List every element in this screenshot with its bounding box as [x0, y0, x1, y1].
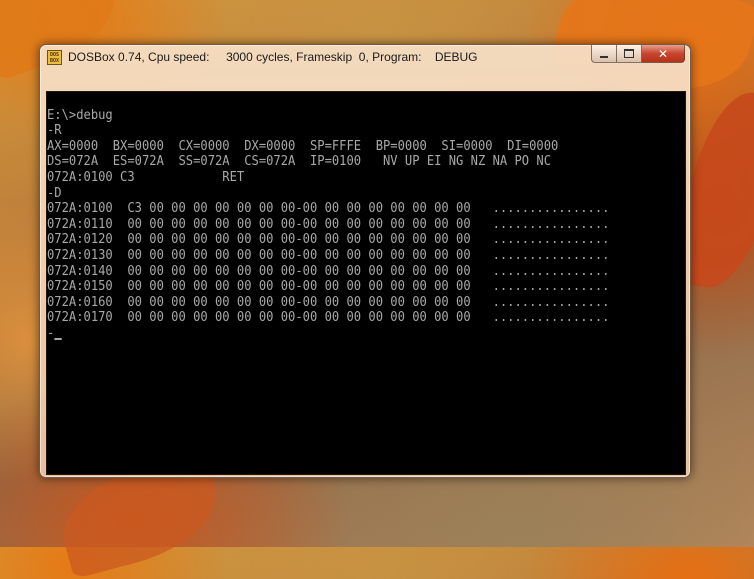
title-bar[interactable]: DOS BOX DOSBox 0.74, Cpu speed: 3000 cyc… — [40, 45, 690, 69]
console-line: -R — [47, 123, 62, 139]
window-controls: ✕ — [591, 45, 685, 63]
console-line: 072A:0110 00 00 00 00 00 00 00 00-00 00 … — [47, 216, 610, 232]
console-text: E:\>debug -R AX=0000 BX=0000 CX=0000 DX=00… — [47, 92, 609, 342]
console-line: 072A:0140 00 00 00 00 00 00 00 00-00 00 … — [47, 263, 610, 279]
dos-console[interactable]: E:\>debug -R AX=0000 BX=0000 CX=0000 DX=00… — [46, 91, 686, 475]
maximize-icon — [624, 49, 634, 58]
console-line: 072A:0150 00 00 00 00 00 00 00 00-00 00 … — [47, 279, 610, 295]
console-line: 072A:0130 00 00 00 00 00 00 00 00-00 00 … — [47, 247, 610, 263]
dosbox-app-icon[interactable]: DOS BOX — [47, 49, 62, 65]
maximize-button[interactable] — [617, 45, 642, 63]
console-line: 072A:0100 C3 00 00 00 00 00 00 00-00 00 … — [47, 201, 610, 217]
console-line: 072A:0170 00 00 00 00 00 00 00 00-00 00 … — [47, 310, 610, 326]
text-cursor — [54, 337, 62, 340]
console-line: AX=0000 BX=0000 CX=0000 DX=0000 SP=FFFE … — [47, 138, 559, 154]
console-line: DS=072A ES=072A SS=072A CS=072A IP=0100 … — [47, 154, 552, 170]
close-icon: ✕ — [657, 46, 669, 61]
close-button[interactable]: ✕ — [642, 45, 685, 63]
dosbox-window[interactable]: DOS BOX DOSBox 0.74, Cpu speed: 3000 cyc… — [39, 44, 691, 478]
console-line: 072A:0160 00 00 00 00 00 00 00 00-00 00 … — [47, 294, 610, 310]
window-title: DOSBox 0.74, Cpu speed: 3000 cycles, Fra… — [68, 50, 478, 64]
minimize-icon — [600, 55, 608, 58]
console-line: 072A:0120 00 00 00 00 00 00 00 00-00 00 … — [47, 232, 610, 248]
console-line: 072A:0100 C3 RET — [47, 169, 245, 185]
console-line: - — [47, 326, 609, 342]
console-line: E:\>debug — [47, 107, 113, 123]
console-line: -D — [47, 185, 62, 201]
minimize-button[interactable] — [591, 45, 617, 63]
